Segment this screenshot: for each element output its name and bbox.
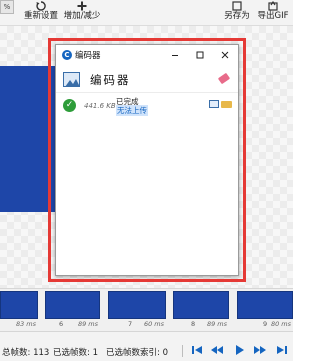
frame-number: 6 <box>59 320 64 328</box>
export-gif-button[interactable]: 导出GIF <box>254 0 292 22</box>
increase-decrease-button[interactable]: 增加/减少 <box>62 0 102 22</box>
previous-frame-button[interactable] <box>210 343 224 357</box>
status-bar: 总帧数: 113 已选帧数: 1 已选帧数索引: 0 <box>0 331 293 361</box>
first-frame-button[interactable] <box>190 343 204 357</box>
save-as-label: 另存为 <box>224 11 250 21</box>
total-frames-count: 总帧数: 113 <box>2 348 50 358</box>
frames-strip: 83 ms 6 89 ms 7 60 ms 8 89 ms 9 80 ms <box>0 288 293 331</box>
frame-item[interactable]: 6 89 ms <box>45 291 100 330</box>
save-as-button[interactable]: 另存为 <box>221 0 253 22</box>
highlight-box <box>48 38 246 282</box>
frame-thumbnail <box>237 291 293 319</box>
next-frame-icon <box>254 346 266 354</box>
toolbar-left-button[interactable]: % <box>0 0 14 14</box>
selected-frame-index: 已选帧数索引: 0 <box>106 348 168 358</box>
last-frame-icon <box>277 346 287 354</box>
reset-label: 重新设置 <box>23 11 58 21</box>
frame-item[interactable]: 83 ms <box>0 291 38 330</box>
frame-number: 7 <box>128 320 133 328</box>
export-icon <box>268 1 278 11</box>
frame-thumbnail <box>108 291 166 319</box>
frame-item[interactable]: 7 60 ms <box>108 291 166 330</box>
frame-thumbnail <box>45 291 100 319</box>
last-frame-button[interactable] <box>275 343 289 357</box>
frame-duration: 83 ms <box>15 320 36 328</box>
save-icon <box>232 1 242 11</box>
play-icon <box>236 345 244 355</box>
frame-thumbnail <box>173 291 229 319</box>
reset-button[interactable]: 重新设置 <box>22 0 60 22</box>
previous-frame-icon <box>211 346 223 354</box>
frame-duration: 60 ms <box>143 320 164 328</box>
frame-thumbnail <box>0 291 38 319</box>
plus-minus-icon <box>77 1 87 11</box>
frame-number: 8 <box>191 320 196 328</box>
frame-number: 9 <box>263 320 268 328</box>
selected-frames-count: 已选帧数: 1 <box>53 348 98 358</box>
frame-item[interactable]: 9 80 ms <box>237 291 293 330</box>
export-gif-label: 导出GIF <box>257 11 289 21</box>
frame-duration: 80 ms <box>270 320 291 328</box>
first-frame-icon <box>192 346 202 354</box>
play-button[interactable] <box>232 343 246 357</box>
toolbar: % 重新设置 增加/减少 另存为 导出GIF <box>0 0 293 26</box>
reset-icon <box>36 1 46 11</box>
frame-duration: 89 ms <box>77 320 98 328</box>
frame-item[interactable]: 8 89 ms <box>173 291 229 330</box>
increase-decrease-label: 增加/减少 <box>63 11 101 21</box>
frame-duration: 89 ms <box>206 320 227 328</box>
status-divider <box>182 345 183 357</box>
next-frame-button[interactable] <box>253 343 267 357</box>
